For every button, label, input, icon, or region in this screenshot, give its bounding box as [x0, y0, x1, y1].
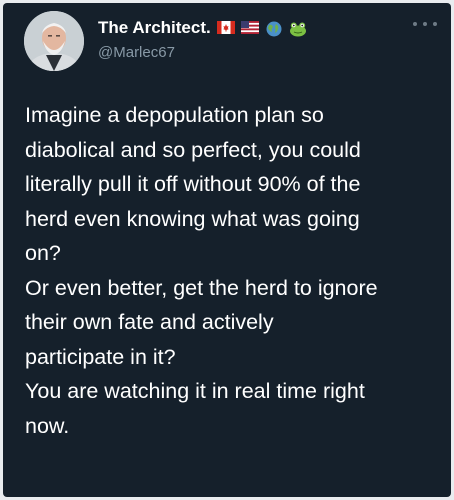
globe-icon	[265, 21, 283, 37]
tweet-text-line: diabolical and so perfect, you could	[25, 137, 361, 162]
tweet-text-line: You are watching it in real time right	[25, 379, 365, 403]
more-dot	[423, 22, 427, 26]
more-dot	[433, 22, 437, 26]
tweet-card: The Architect. @Marlec67 Imagine a depop…	[3, 3, 451, 497]
tweet-text-line: literally pull it off without 90% of the	[25, 172, 361, 196]
tweet-text-line: now.	[25, 413, 70, 438]
author-handle[interactable]: @Marlec67	[98, 43, 175, 63]
author-name-row: The Architect.	[98, 17, 307, 39]
tweet-text-line: on?	[25, 241, 61, 265]
canada-flag-icon	[216, 21, 235, 35]
more-dot	[413, 22, 417, 26]
tweet-text-line: Imagine a depopulation plan so	[25, 103, 324, 127]
tweet-text-line: their own fate and actively	[25, 310, 274, 334]
tweet-text-line: participate in it?	[25, 344, 176, 369]
tweet-text-line: Or even better, get the herd to ignore	[25, 275, 378, 300]
author-display-name[interactable]: The Architect.	[98, 17, 211, 39]
tweet-text-line: herd even knowing what was going	[25, 206, 360, 231]
tweet-text: Imagine a depopulation plan so diabolica…	[25, 98, 445, 443]
avatar[interactable]	[24, 11, 84, 71]
us-flag-icon	[240, 21, 259, 35]
more-options-icon[interactable]	[413, 17, 437, 31]
frog-icon	[289, 21, 307, 37]
